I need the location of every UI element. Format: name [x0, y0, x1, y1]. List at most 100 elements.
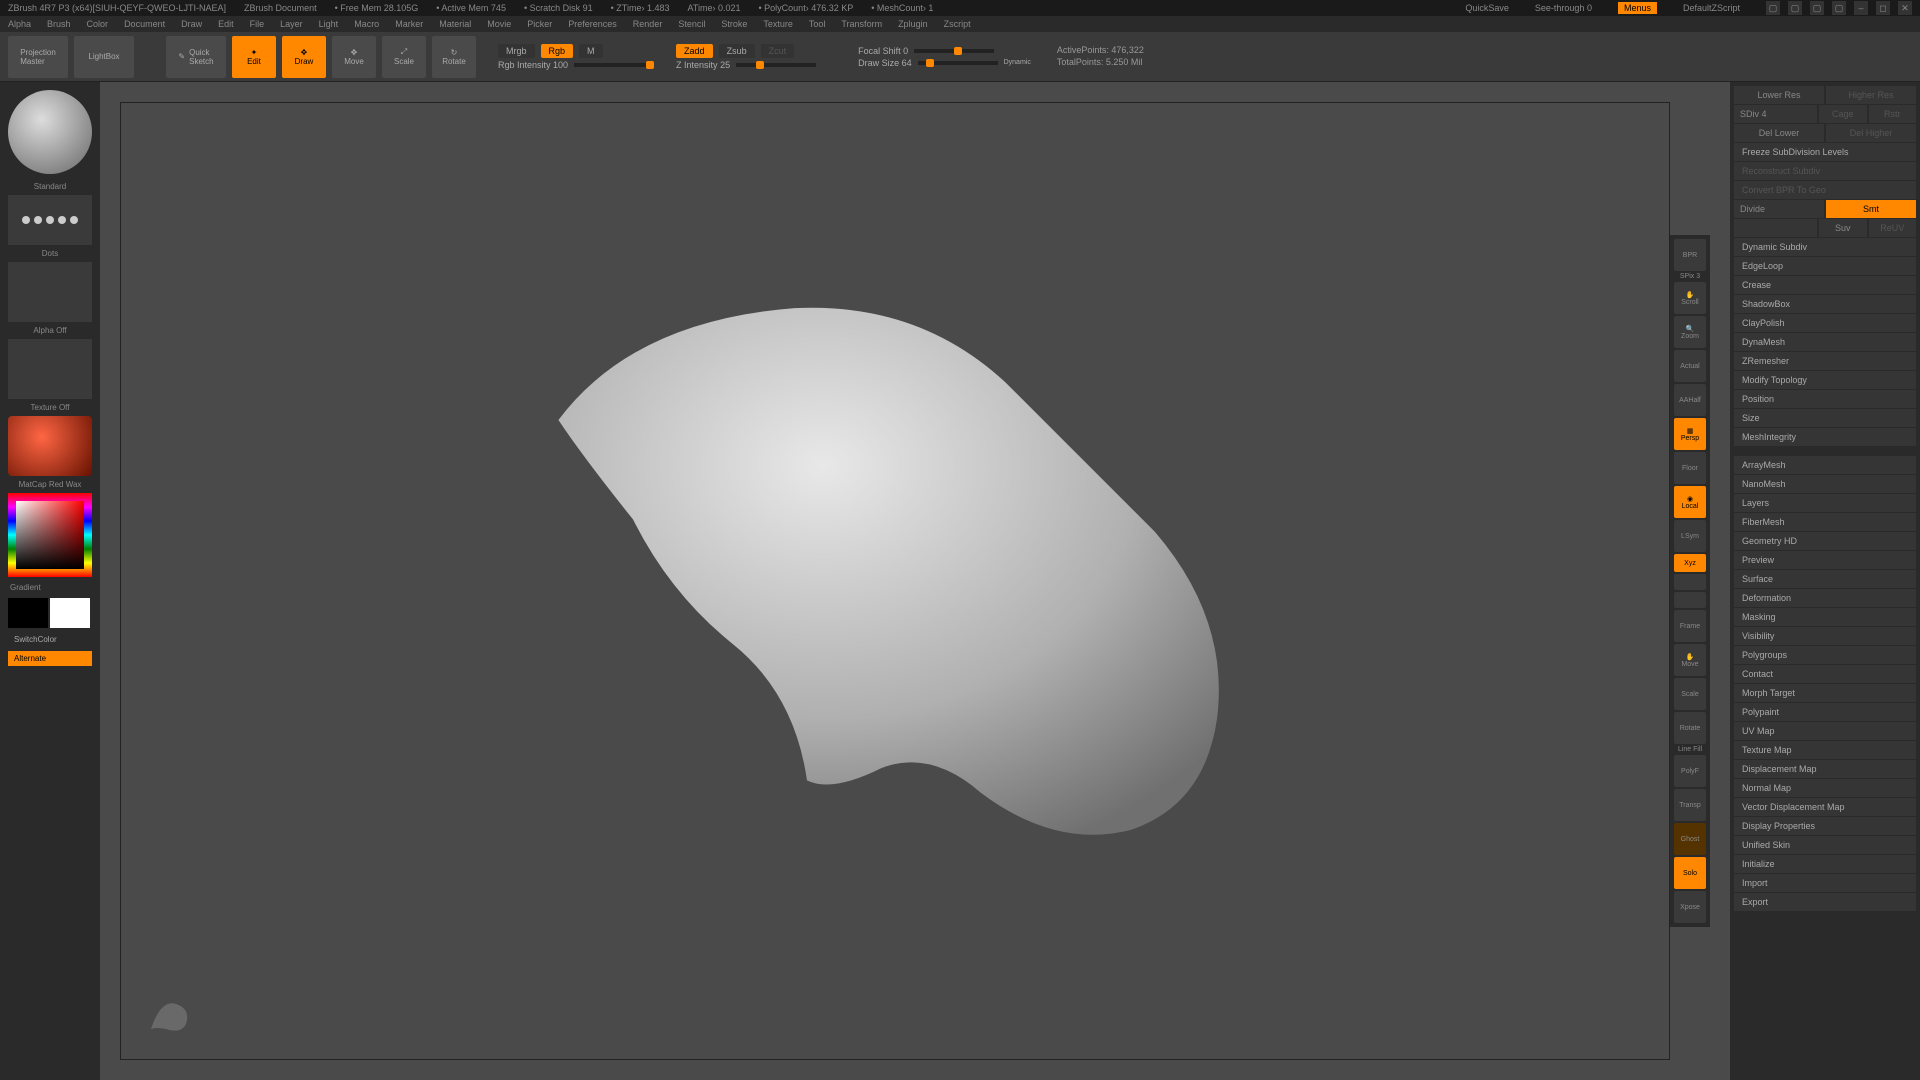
tool-normal-map[interactable]: Normal Map [1734, 779, 1916, 797]
m-button[interactable]: M [579, 44, 603, 58]
zsub-button[interactable]: Zsub [719, 44, 755, 58]
edit-button[interactable]: ✦Edit [232, 36, 276, 78]
move-button[interactable]: ✥Move [332, 36, 376, 78]
brush-preview[interactable] [8, 90, 92, 174]
stroke-preview[interactable] [8, 195, 92, 245]
tool-polygroups[interactable]: Polygroups [1734, 646, 1916, 664]
tool-polypaint[interactable]: Polypaint [1734, 703, 1916, 721]
tool-masking[interactable]: Masking [1734, 608, 1916, 626]
close-icon[interactable]: ✕ [1898, 1, 1912, 15]
menu-file[interactable]: File [250, 19, 265, 29]
z-intensity-slider[interactable] [736, 63, 816, 67]
xyz-button[interactable]: Xyz [1674, 554, 1706, 572]
lower-res-button[interactable]: Lower Res [1734, 86, 1824, 104]
alternate-button[interactable]: Alternate [8, 651, 92, 666]
texture-preview[interactable] [8, 339, 92, 399]
rgb-button[interactable]: Rgb [541, 44, 574, 58]
lightbox-button[interactable]: LightBox [74, 36, 134, 78]
menu-material[interactable]: Material [439, 19, 471, 29]
menu-macro[interactable]: Macro [354, 19, 379, 29]
switchcolor-button[interactable]: SwitchColor [8, 632, 92, 647]
blank-button-1[interactable] [1674, 574, 1706, 590]
reconstruct-button[interactable]: Reconstruct Subdiv [1734, 162, 1916, 180]
draw-size-slider[interactable] [918, 61, 998, 65]
move-nav-button[interactable]: ✋Move [1674, 644, 1706, 676]
gradient-label[interactable]: Gradient [8, 581, 92, 594]
transp-button[interactable]: Transp [1674, 789, 1706, 821]
dynamic-label[interactable]: Dynamic [1004, 59, 1031, 66]
window-icon-3[interactable]: ▢ [1810, 1, 1824, 15]
reuv-button[interactable]: ReUV [1869, 219, 1917, 237]
menu-zscript[interactable]: Zscript [944, 19, 971, 29]
tool-arraymesh[interactable]: ArrayMesh [1734, 456, 1916, 474]
scale-nav-button[interactable]: Scale [1674, 678, 1706, 710]
polyf-button[interactable]: PolyF [1674, 755, 1706, 787]
tool-geometry-hd[interactable]: Geometry HD [1734, 532, 1916, 550]
tool-nanomesh[interactable]: NanoMesh [1734, 475, 1916, 493]
tool-contact[interactable]: Contact [1734, 665, 1916, 683]
projection-master-button[interactable]: Projection Master [8, 36, 68, 78]
ghost-button[interactable]: Ghost [1674, 823, 1706, 855]
tool-visibility[interactable]: Visibility [1734, 627, 1916, 645]
menu-transform[interactable]: Transform [841, 19, 882, 29]
tool-initialize[interactable]: Initialize [1734, 855, 1916, 873]
tool-surface[interactable]: Surface [1734, 570, 1916, 588]
section-shadowbox[interactable]: ShadowBox [1734, 295, 1916, 313]
tool-unified-skin[interactable]: Unified Skin [1734, 836, 1916, 854]
section-crease[interactable]: Crease [1734, 276, 1916, 294]
higher-res-button[interactable]: Higher Res [1826, 86, 1916, 104]
section-modify-topology[interactable]: Modify Topology [1734, 371, 1916, 389]
quicksketch-button[interactable]: ✎ Quick Sketch [166, 36, 226, 78]
rotate-nav-button[interactable]: Rotate [1674, 712, 1706, 744]
section-position[interactable]: Position [1734, 390, 1916, 408]
del-higher-button[interactable]: Del Higher [1826, 124, 1916, 142]
secondary-color[interactable] [8, 598, 48, 628]
del-lower-button[interactable]: Del Lower [1734, 124, 1824, 142]
menu-stencil[interactable]: Stencil [678, 19, 705, 29]
spix-label[interactable]: SPix 3 [1674, 273, 1706, 280]
floor-button[interactable]: Floor [1674, 452, 1706, 484]
section-dynamic-subdiv[interactable]: Dynamic Subdiv [1734, 238, 1916, 256]
cage-button[interactable]: Cage [1819, 105, 1867, 123]
window-icon-1[interactable]: ▢ [1766, 1, 1780, 15]
rstr-button[interactable]: Rstr [1869, 105, 1917, 123]
tool-morph-target[interactable]: Morph Target [1734, 684, 1916, 702]
tool-export[interactable]: Export [1734, 893, 1916, 911]
section-zremesher[interactable]: ZRemesher [1734, 352, 1916, 370]
actual-button[interactable]: Actual [1674, 350, 1706, 382]
tool-display-properties[interactable]: Display Properties [1734, 817, 1916, 835]
rgb-intensity-slider[interactable] [574, 63, 654, 67]
menu-render[interactable]: Render [633, 19, 663, 29]
material-preview[interactable] [8, 416, 92, 476]
menu-brush[interactable]: Brush [47, 19, 71, 29]
color-picker[interactable] [8, 493, 92, 577]
window-icon-2[interactable]: ▢ [1788, 1, 1802, 15]
sdiv-slider[interactable]: SDiv 4 [1734, 105, 1817, 123]
section-meshintegrity[interactable]: MeshIntegrity [1734, 428, 1916, 446]
menu-draw[interactable]: Draw [181, 19, 202, 29]
seethrough-slider[interactable]: See-through 0 [1535, 3, 1592, 13]
menu-alpha[interactable]: Alpha [8, 19, 31, 29]
freeze-subdiv-button[interactable]: Freeze SubDivision Levels [1734, 143, 1916, 161]
solo-button[interactable]: Solo [1674, 857, 1706, 889]
persp-button[interactable]: ▦Persp [1674, 418, 1706, 450]
primary-color[interactable] [50, 598, 90, 628]
menu-document[interactable]: Document [124, 19, 165, 29]
section-edgeloop[interactable]: EdgeLoop [1734, 257, 1916, 275]
menu-preferences[interactable]: Preferences [568, 19, 617, 29]
bpr-button[interactable]: BPR [1674, 239, 1706, 271]
default-zscript[interactable]: DefaultZScript [1683, 3, 1740, 13]
menu-movie[interactable]: Movie [487, 19, 511, 29]
tool-fibermesh[interactable]: FiberMesh [1734, 513, 1916, 531]
suv-button[interactable]: Suv [1819, 219, 1867, 237]
tool-import[interactable]: Import [1734, 874, 1916, 892]
tool-preview[interactable]: Preview [1734, 551, 1916, 569]
window-icon-4[interactable]: ▢ [1832, 1, 1846, 15]
blank-button-2[interactable] [1674, 592, 1706, 608]
convert-bpr-button[interactable]: Convert BPR To Geo [1734, 181, 1916, 199]
tool-layers[interactable]: Layers [1734, 494, 1916, 512]
mesh-object[interactable] [431, 246, 1282, 867]
tool-deformation[interactable]: Deformation [1734, 589, 1916, 607]
tool-displacement-map[interactable]: Displacement Map [1734, 760, 1916, 778]
menu-stroke[interactable]: Stroke [721, 19, 747, 29]
